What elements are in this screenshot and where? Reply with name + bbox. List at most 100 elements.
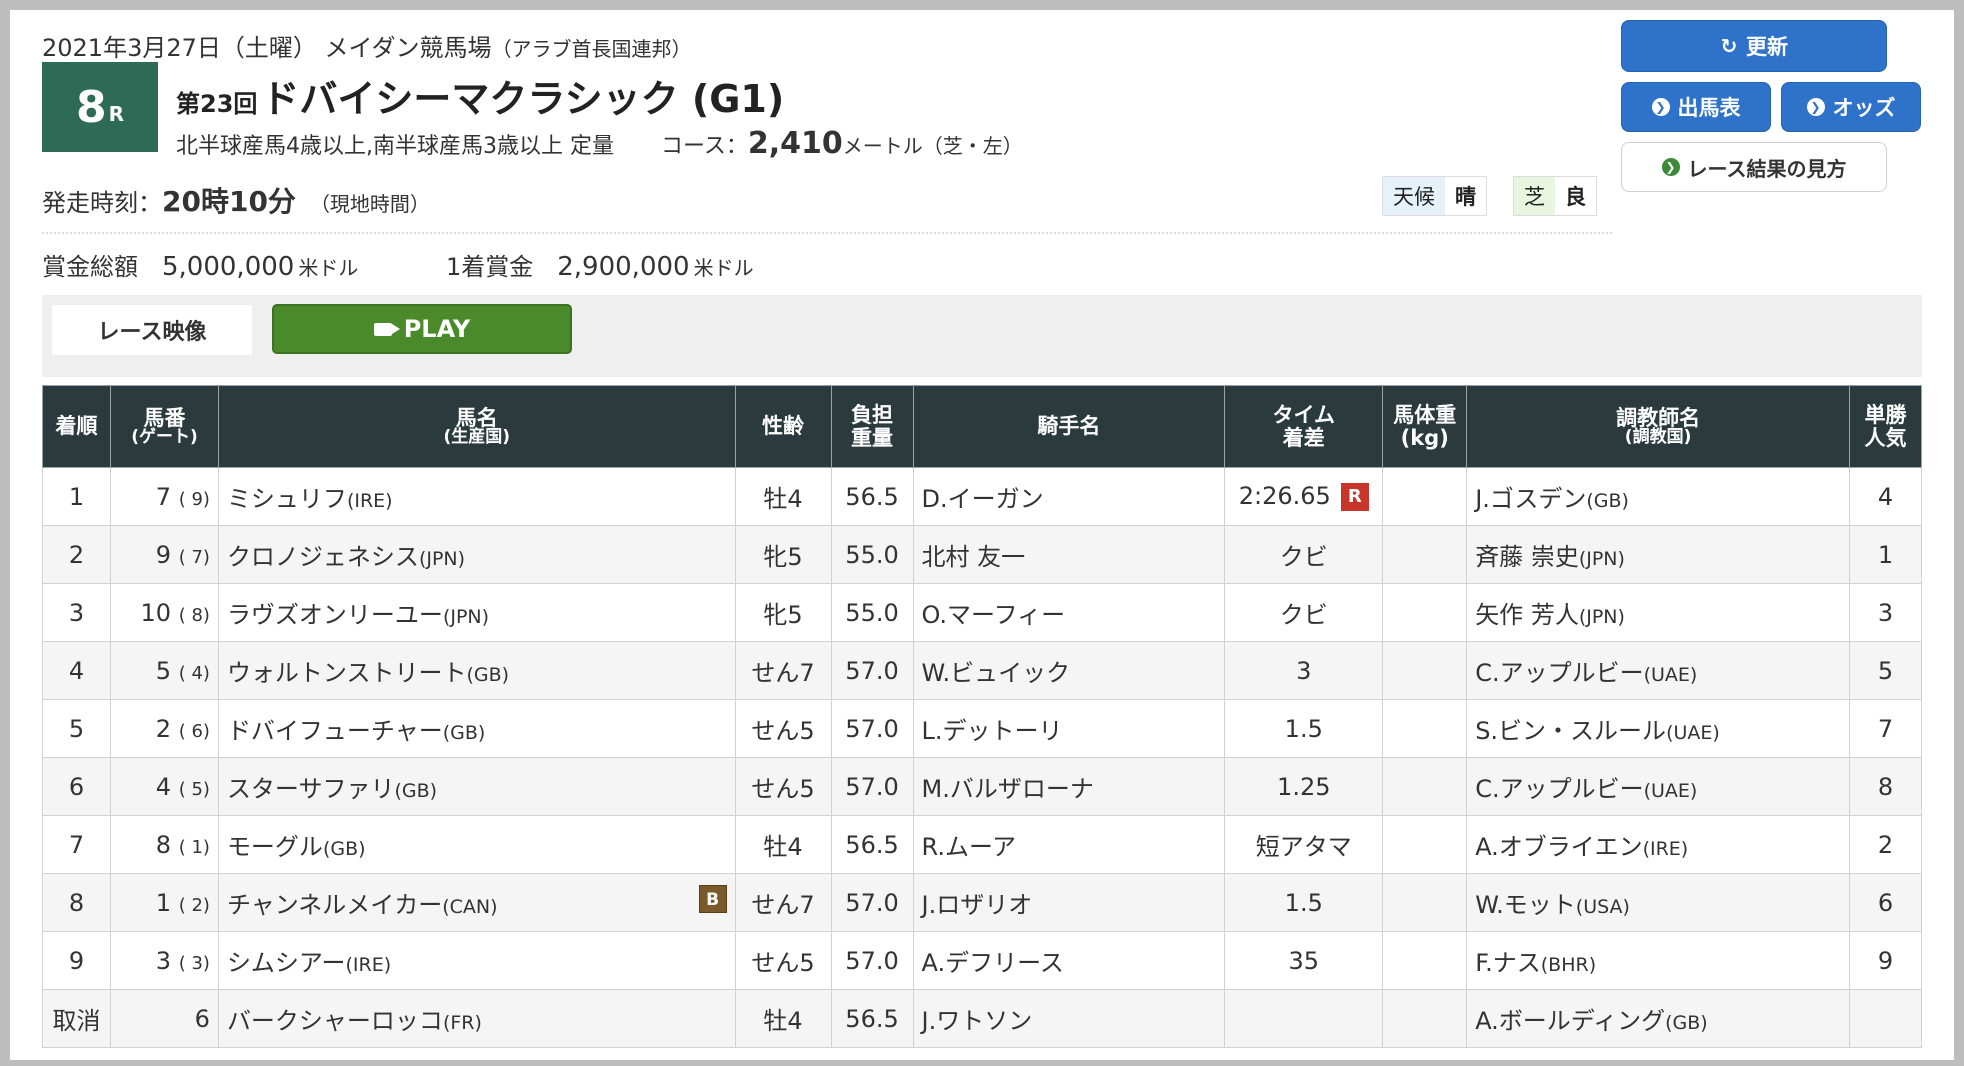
col-sex-age: 性齢 — [734, 385, 832, 468]
time-cell — [1224, 989, 1384, 1048]
trainer-cell: F.ナス(BHR) — [1466, 931, 1850, 990]
horse-cell: ドバイフューチャー(GB) — [217, 699, 736, 758]
jockey-cell: J.ワトソン — [912, 989, 1226, 1048]
time-cell: 1.5 — [1224, 699, 1384, 758]
page-frame: 2021年3月27日（土曜） メイダン競馬場（アラブ首長国連邦） 8R 第23回… — [10, 10, 1954, 1060]
col-horse: 馬名 (生産国) — [217, 385, 736, 468]
refresh-icon: ↻ — [1720, 34, 1738, 58]
horse-origin: (IRE) — [345, 954, 392, 976]
course-label: コース： — [660, 134, 748, 159]
sex-age-cell: せん5 — [734, 931, 832, 990]
weight-cell: 57.0 — [830, 641, 914, 700]
sex-age-cell: 牝5 — [734, 525, 832, 584]
horse-name: ウォルトンストリート — [226, 659, 467, 687]
rank-cell: 1 — [42, 467, 111, 526]
number-cell: 1 ( 2) — [109, 873, 219, 932]
results-body: 1 7 ( 9) ミシュリフ(IRE) 牡4 56.5 D.イーガン 2:26.… — [42, 467, 1923, 1048]
gate-number: ( 1) — [178, 836, 210, 858]
horse-number: 2 — [155, 714, 172, 743]
horse-origin: (FR) — [442, 1012, 482, 1034]
update-button[interactable]: ↻ 更新 — [1621, 20, 1887, 72]
time-cell: 35 — [1224, 931, 1384, 990]
jockey-cell: J.ロザリオ — [912, 873, 1226, 932]
col-bodyweight: 馬体重 (kg) — [1382, 385, 1468, 468]
race-card-button[interactable]: ❯ 出馬表 — [1621, 82, 1771, 132]
finish-time: 3 — [1296, 656, 1312, 685]
jockey-name: J.ワトソン — [921, 1007, 1033, 1035]
race-distance: 2,410 — [747, 126, 843, 161]
chevron-right-icon: ❯ — [1651, 98, 1670, 116]
horse-cell: ラヴズオンリーユー(JPN) — [217, 583, 736, 642]
how-to-read-button[interactable]: ❯ レース結果の見方 — [1621, 142, 1887, 192]
prize-total: 5,000,000 — [162, 252, 295, 282]
jockey-name: W.ビュイック — [921, 659, 1071, 687]
trainer-origin: (BHR) — [1540, 954, 1597, 976]
horse-cell: チャンネルメイカー(CAN) B — [217, 873, 736, 932]
jockey-name: M.バルザローナ — [921, 775, 1094, 803]
odds-button[interactable]: ❯ オッズ — [1781, 82, 1921, 132]
popularity-cell — [1848, 989, 1923, 1048]
trainer-name-link[interactable]: 矢作 芳人 — [1475, 601, 1579, 629]
number-cell: 5 ( 4) — [109, 641, 219, 700]
jockey-name: J.ロザリオ — [921, 891, 1033, 919]
col-trainer-label: 調教師名 — [1616, 405, 1701, 430]
col-horse-label: 馬名 — [455, 405, 498, 430]
prize-total-unit: 米ドル — [298, 256, 359, 280]
divider — [42, 232, 1612, 234]
horse-cell: シムシアー(IRE) — [217, 931, 736, 990]
jockey-name-link[interactable]: 北村 友一 — [922, 543, 1026, 571]
finish-time: クビ — [1279, 543, 1328, 571]
sex-age-cell: 牡4 — [734, 815, 832, 874]
horse-number: 3 — [155, 946, 172, 975]
weight-cell: 56.5 — [830, 467, 914, 526]
jockey-cell: L.デットーリ — [912, 699, 1226, 758]
date-venue-text: 2021年3月27日（土曜） メイダン競馬場 — [42, 34, 492, 62]
popularity-cell: 6 — [1848, 873, 1923, 932]
trainer-origin: (UAE) — [1666, 722, 1720, 744]
sex-age-cell: せん7 — [734, 641, 832, 700]
horse-name-link[interactable]: ラヴズオンリーユー — [227, 601, 443, 629]
jockey-cell: W.ビュイック — [912, 641, 1226, 700]
col-weight-label1: 負担 — [851, 403, 894, 428]
jockey-cell: O.マーフィー — [912, 583, 1226, 642]
trainer-origin: (JPN) — [1578, 548, 1625, 570]
bodyweight-cell — [1382, 989, 1468, 1048]
horse-origin: (JPN) — [442, 606, 490, 628]
trainer-cell: C.アップルビー(UAE) — [1466, 757, 1850, 816]
trainer-cell: C.アップルビー(UAE) — [1466, 641, 1850, 700]
trainer-name: A.オブライエン — [1475, 833, 1643, 861]
col-number: 馬番 (ゲート) — [109, 385, 219, 468]
trainer-cell: A.オブライエン(IRE) — [1466, 815, 1850, 874]
weight-cell: 55.0 — [830, 583, 914, 642]
time-cell: 3 — [1224, 641, 1384, 700]
race-video-bar: レース映像 PLAY — [42, 295, 1922, 377]
table-row: 1 7 ( 9) ミシュリフ(IRE) 牡4 56.5 D.イーガン 2:26.… — [42, 467, 1923, 526]
popularity-cell: 3 — [1848, 583, 1923, 642]
col-time-label1: タイム — [1272, 403, 1336, 428]
play-video-button[interactable]: PLAY — [272, 304, 572, 354]
col-time: タイム 着差 — [1224, 385, 1384, 468]
number-cell: 7 ( 9) — [109, 467, 219, 526]
number-cell: 10 ( 8) — [109, 583, 219, 642]
trainer-origin: (GB) — [1586, 490, 1629, 512]
finish-time: 1.5 — [1284, 888, 1323, 917]
finish-time: クビ — [1279, 601, 1328, 629]
trainer-origin: (IRE) — [1642, 838, 1689, 860]
horse-name-link[interactable]: クロノジェネシス — [227, 543, 419, 571]
trainer-cell: S.ビン・スルール(UAE) — [1466, 699, 1850, 758]
rank-cell: 6 — [42, 757, 111, 816]
trainer-cell: J.ゴスデン(GB) — [1466, 467, 1850, 526]
finish-time: 35 — [1288, 946, 1320, 975]
table-row: 8 1 ( 2) チャンネルメイカー(CAN) B せん7 57.0 J.ロザリオ… — [42, 873, 1923, 932]
trainer-name-link[interactable]: 斉藤 崇史 — [1475, 543, 1579, 571]
bodyweight-cell — [1382, 525, 1468, 584]
number-cell: 2 ( 6) — [109, 699, 219, 758]
rank-cell: 取消 — [42, 989, 111, 1048]
finish-time: 短アタマ — [1255, 833, 1352, 861]
col-rank: 着順 — [42, 385, 111, 468]
prize-total-label: 賞金総額 — [42, 253, 138, 281]
table-row: 3 10 ( 8) ラヴズオンリーユー(JPN) 牝5 55.0 O.マーフィー… — [42, 583, 1923, 642]
jockey-name: D.イーガン — [921, 485, 1044, 513]
time-cell: 短アタマ — [1224, 815, 1384, 874]
horse-cell: ミシュリフ(IRE) — [217, 467, 736, 526]
